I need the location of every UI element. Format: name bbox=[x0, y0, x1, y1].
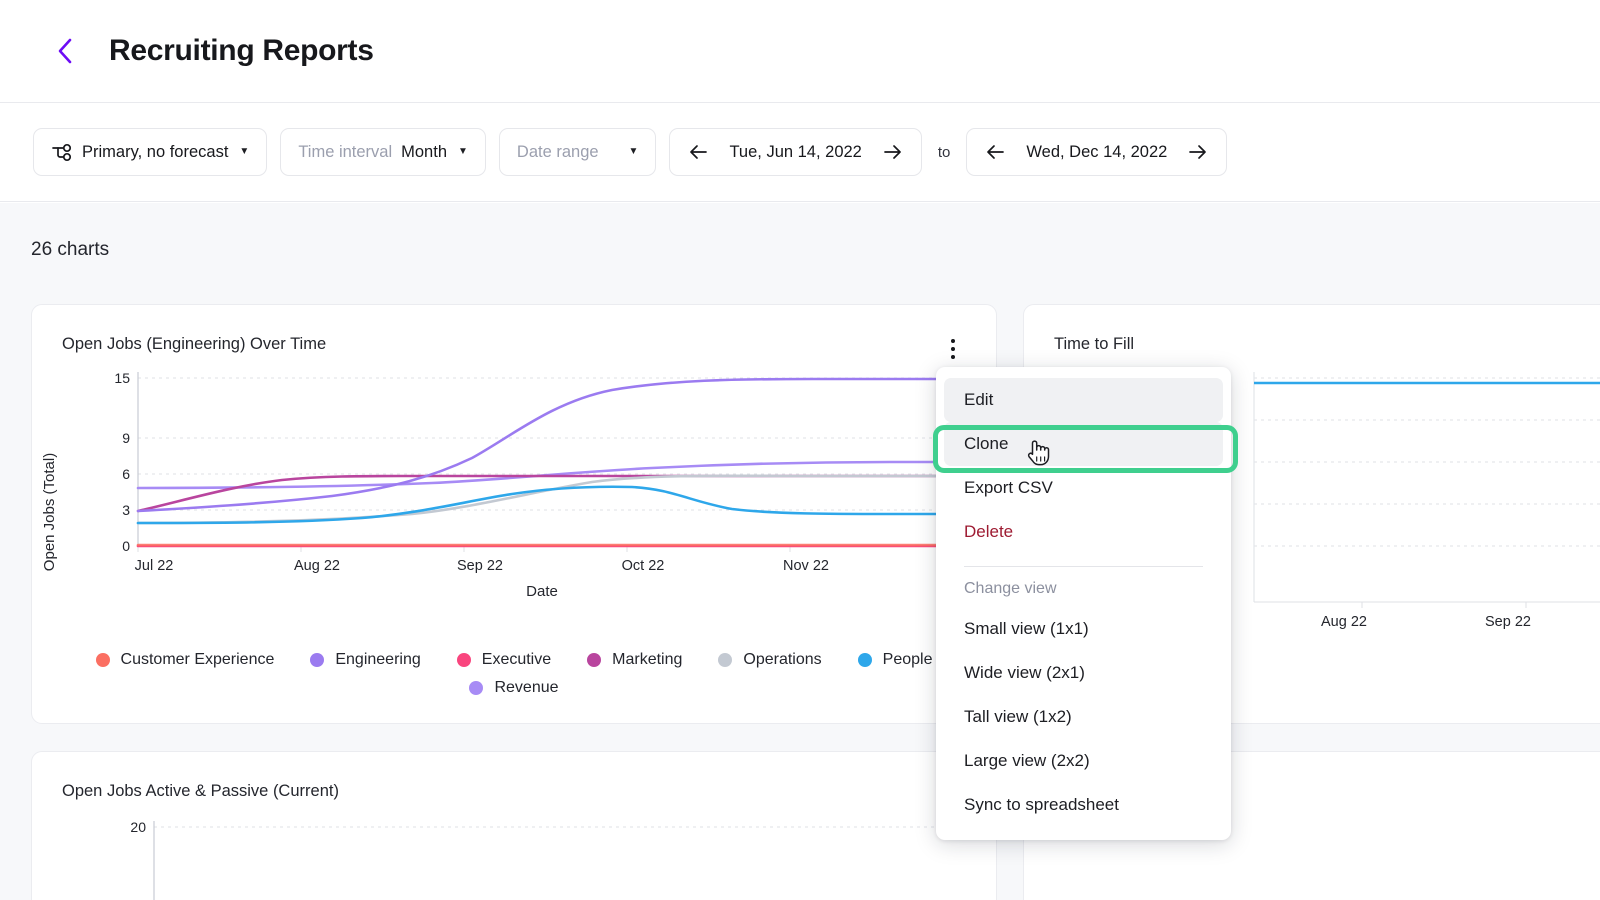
legend-color-dot bbox=[95, 653, 110, 667]
kebab-dot bbox=[951, 355, 955, 359]
end-date-prev-button[interactable] bbox=[984, 141, 1006, 163]
legend-item-people[interactable]: People bbox=[857, 651, 933, 669]
chevron-down-icon: ▼ bbox=[458, 146, 468, 157]
menu-item-label: Export CSV bbox=[964, 478, 1053, 497]
legend-item-executive[interactable]: Executive bbox=[456, 651, 552, 669]
start-date-prev-button[interactable] bbox=[687, 141, 709, 163]
legend-label: Engineering bbox=[335, 651, 421, 668]
start-date-stepper[interactable]: Tue, Jun 14, 2022 bbox=[669, 128, 922, 176]
legend-label: Operations bbox=[743, 651, 822, 668]
legend-label: Customer Experience bbox=[120, 651, 275, 668]
menu-item-delete[interactable]: Delete bbox=[936, 510, 1231, 554]
legend-color-dot bbox=[310, 653, 325, 667]
date-range-separator: to bbox=[937, 143, 951, 161]
legend-color-dot bbox=[456, 653, 471, 667]
menu-divider bbox=[964, 566, 1203, 567]
menu-item-tall-view[interactable]: Tall view (1x2) bbox=[936, 695, 1231, 739]
page-header: Recruiting Reports bbox=[0, 0, 1600, 103]
date-range-label: Date range bbox=[516, 142, 599, 161]
date-range-dropdown[interactable]: Date range ▼ bbox=[498, 128, 657, 176]
menu-item-sync-to-spreadsheet[interactable]: Sync to spreadsheet bbox=[936, 783, 1231, 827]
menu-item-small-view[interactable]: Small view (1x1) bbox=[936, 607, 1231, 651]
scenario-value: Primary, no forecast bbox=[82, 142, 229, 161]
menu-item-clone[interactable]: Clone bbox=[944, 422, 1223, 466]
svg-text:6: 6 bbox=[122, 466, 130, 482]
legend-label: Revenue bbox=[494, 679, 559, 696]
chart-legend: Customer Experience Engineering Executiv… bbox=[32, 651, 996, 697]
svg-text:Date: Date bbox=[526, 583, 558, 600]
legend-item-engineering[interactable]: Engineering bbox=[310, 651, 421, 669]
charts-content-area: 26 charts Open Jobs (Engineering) Over T… bbox=[0, 203, 1600, 900]
chart-plot-area: Open Jobs (Total) 15 9 6 3 0 Jul 22 Aug … bbox=[41, 370, 996, 600]
legend-item-marketing[interactable]: Marketing bbox=[587, 651, 682, 669]
scenario-dropdown[interactable]: Primary, no forecast ▼ bbox=[33, 128, 268, 176]
chevron-down-icon: ▼ bbox=[239, 146, 250, 157]
menu-item-label: Wide view (2x1) bbox=[964, 663, 1085, 682]
time-interval-label: Time interval bbox=[298, 142, 393, 161]
time-interval-dropdown[interactable]: Time interval Month ▼ bbox=[280, 128, 486, 176]
chart-plot-area: 20 bbox=[130, 819, 996, 900]
kebab-dot bbox=[951, 347, 955, 351]
legend-color-dot bbox=[857, 653, 872, 667]
menu-item-label: Delete bbox=[964, 522, 1014, 541]
end-date-stepper[interactable]: Wed, Dec 14, 2022 bbox=[966, 128, 1228, 176]
legend-color-dot bbox=[469, 681, 484, 695]
menu-item-label: Edit bbox=[964, 390, 994, 409]
end-date-next-button[interactable] bbox=[1187, 141, 1209, 163]
time-interval-value: Month bbox=[401, 142, 447, 161]
branch-icon bbox=[51, 142, 73, 162]
legend-label: People bbox=[882, 651, 933, 668]
menu-item-label: Sync to spreadsheet bbox=[964, 795, 1119, 814]
svg-text:0: 0 bbox=[122, 538, 130, 554]
start-date-next-button[interactable] bbox=[882, 141, 904, 163]
svg-text:Oct 22: Oct 22 bbox=[622, 558, 665, 574]
svg-text:9: 9 bbox=[122, 430, 130, 446]
legend-item-revenue[interactable]: Revenue bbox=[469, 679, 559, 697]
svg-text:Open Jobs (Total): Open Jobs (Total) bbox=[41, 453, 58, 571]
chart-card-open-jobs-engineering[interactable]: Open Jobs (Engineering) Over Time Open J… bbox=[31, 304, 997, 724]
svg-text:15: 15 bbox=[114, 370, 130, 386]
back-button[interactable] bbox=[48, 34, 82, 68]
menu-item-large-view[interactable]: Large view (2x2) bbox=[936, 739, 1231, 783]
chart-card-title: Open Jobs (Engineering) Over Time bbox=[62, 335, 327, 353]
legend-label: Executive bbox=[481, 651, 552, 668]
menu-section-change-view: Change view bbox=[964, 580, 1057, 597]
end-date-value: Wed, Dec 14, 2022 bbox=[1026, 142, 1168, 161]
kebab-dot bbox=[951, 339, 955, 343]
legend-item-operations[interactable]: Operations bbox=[718, 651, 822, 669]
chart-context-menu[interactable]: Edit Clone Export CSV Delete Change view… bbox=[936, 367, 1231, 840]
svg-text:3: 3 bbox=[122, 502, 130, 518]
chart-card-open-jobs-active-passive[interactable]: Open Jobs Active & Passive (Current) 20 bbox=[31, 751, 997, 900]
svg-text:Sep 22: Sep 22 bbox=[457, 558, 503, 574]
chart-card-title: Open Jobs Active & Passive (Current) bbox=[62, 782, 339, 800]
svg-text:Aug 22: Aug 22 bbox=[1321, 614, 1367, 630]
legend-color-dot bbox=[718, 653, 733, 667]
menu-item-export-csv[interactable]: Export CSV bbox=[936, 466, 1231, 510]
chart-card-menu-button[interactable] bbox=[942, 336, 964, 362]
svg-text:Aug 22: Aug 22 bbox=[294, 558, 340, 574]
legend-item-customer-experience[interactable]: Customer Experience bbox=[95, 651, 275, 669]
menu-item-label: Small view (1x1) bbox=[964, 619, 1089, 638]
legend-label: Marketing bbox=[612, 651, 683, 668]
chevron-down-icon: ▼ bbox=[628, 146, 639, 157]
chart-card-title: Time to Fill bbox=[1054, 335, 1135, 353]
app-root: Recruiting Reports Primary, no forecast … bbox=[0, 0, 1600, 900]
menu-item-label: Tall view (1x2) bbox=[964, 707, 1072, 726]
menu-item-edit[interactable]: Edit bbox=[944, 378, 1223, 422]
start-date-value: Tue, Jun 14, 2022 bbox=[729, 142, 862, 161]
menu-item-label: Clone bbox=[964, 434, 1009, 453]
filters-toolbar: Primary, no forecast ▼ Time interval Mon… bbox=[0, 103, 1600, 202]
legend-color-dot bbox=[587, 653, 602, 667]
charts-count-label: 26 charts bbox=[31, 239, 110, 260]
menu-item-label: Large view (2x2) bbox=[964, 751, 1090, 770]
svg-text:Jul 22: Jul 22 bbox=[135, 558, 174, 574]
svg-text:Nov 22: Nov 22 bbox=[783, 558, 829, 574]
svg-text:20: 20 bbox=[130, 819, 146, 835]
chevron-left-icon bbox=[56, 37, 74, 65]
page-title: Recruiting Reports bbox=[109, 34, 374, 67]
svg-text:Sep 22: Sep 22 bbox=[1485, 614, 1531, 630]
menu-item-wide-view[interactable]: Wide view (2x1) bbox=[936, 651, 1231, 695]
